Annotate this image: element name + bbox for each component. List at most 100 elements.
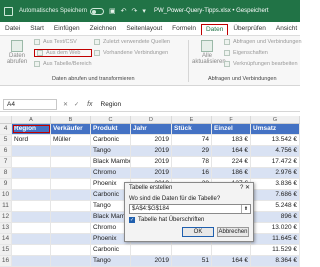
header-cell[interactable]: Einzel	[212, 124, 251, 134]
row-header[interactable]: 10	[0, 190, 12, 200]
table-cell[interactable]: 74	[172, 135, 212, 145]
row-header[interactable]: 13	[0, 223, 12, 233]
table-cell[interactable]: Black Mambo	[91, 157, 131, 167]
tab-einfuegen[interactable]: Einfügen	[49, 25, 85, 35]
headers-checkbox-row[interactable]: ✓ Tabelle hat Überschriften	[125, 215, 253, 225]
row-header[interactable]: 11	[0, 201, 12, 211]
queries-connections-button[interactable]: Abfragen und Verbindungen	[224, 38, 302, 46]
row-header[interactable]: 5	[0, 135, 12, 145]
table-cell[interactable]: 11.529 €	[251, 245, 300, 255]
column-header[interactable]: C	[91, 116, 131, 123]
tab-zeichnen[interactable]: Zeichnen	[85, 25, 122, 35]
from-web-button[interactable]: Aus dem Web	[34, 49, 92, 57]
existing-connections-button[interactable]: Vorhandene Verbindungen	[94, 49, 170, 57]
row-header[interactable]: 7	[0, 157, 12, 167]
tab-seitenlayout[interactable]: Seitenlayout	[121, 25, 167, 35]
table-cell[interactable]: 186 €	[212, 168, 251, 178]
table-cell[interactable]: 4.756 €	[251, 146, 300, 156]
dialog-close-icon[interactable]: ? ✕	[240, 183, 250, 193]
get-data-button[interactable]: Daten abrufen	[2, 38, 32, 72]
formula-input[interactable]: Region	[101, 101, 122, 108]
table-cell[interactable]: Nord	[12, 135, 51, 145]
table-cell[interactable]	[12, 223, 51, 233]
properties-button[interactable]: Eigenschaften	[224, 49, 302, 57]
column-header[interactable]: F	[212, 116, 251, 123]
table-cell[interactable]: 896 €	[251, 212, 300, 222]
row-header[interactable]: 14	[0, 234, 12, 244]
recent-sources-button[interactable]: Zuletzt verwendete Quellen	[94, 38, 170, 46]
range-picker-icon[interactable]: ⬆	[241, 205, 250, 213]
table-cell[interactable]	[12, 212, 51, 222]
table-cell[interactable]	[12, 234, 51, 244]
table-cell[interactable]	[12, 157, 51, 167]
table-cell[interactable]: 2019	[131, 146, 172, 156]
column-header[interactable]: D	[131, 116, 172, 123]
table-cell[interactable]	[51, 157, 91, 167]
table-cell[interactable]: Carbonic	[91, 245, 131, 255]
column-header[interactable]: B	[51, 116, 91, 123]
row-header[interactable]: 4	[0, 124, 12, 134]
table-cell[interactable]: Tango	[91, 146, 131, 156]
tab-datei[interactable]: Datei	[0, 25, 25, 35]
from-table-range-button[interactable]: Aus Tabelle/Bereich	[34, 60, 92, 68]
from-text-csv-button[interactable]: Aus Text/CSV	[34, 38, 92, 46]
row-header[interactable]: 6	[0, 146, 12, 156]
select-all-corner[interactable]	[0, 116, 12, 123]
tab-daten[interactable]: Daten	[200, 24, 229, 35]
save-icon[interactable]: ▣	[109, 7, 116, 15]
header-cell[interactable]: Stück	[172, 124, 212, 134]
ok-button[interactable]: OK	[182, 227, 214, 237]
tab-formeln[interactable]: Formeln	[167, 25, 201, 35]
table-cell[interactable]: 2019	[131, 157, 172, 167]
table-cell[interactable]: 29	[172, 146, 212, 156]
table-cell[interactable]: 3.836 €	[251, 179, 300, 189]
table-cell[interactable]: 16	[172, 168, 212, 178]
header-cell[interactable]: Produkt	[91, 124, 131, 134]
name-box[interactable]: A4	[3, 98, 57, 110]
cancel-icon[interactable]: ✕	[63, 101, 68, 108]
cancel-button[interactable]: Abbrechen	[217, 227, 249, 237]
table-cell[interactable]	[51, 201, 91, 211]
table-cell[interactable]	[51, 212, 91, 222]
header-cell[interactable]: Umsatz	[251, 124, 300, 134]
table-cell[interactable]: 2019	[131, 135, 172, 145]
table-cell[interactable]	[51, 245, 91, 255]
table-cell[interactable]	[12, 245, 51, 255]
table-cell[interactable]	[172, 245, 212, 255]
table-cell[interactable]	[12, 179, 51, 189]
table-cell[interactable]	[12, 201, 51, 211]
refresh-all-button[interactable]: Alle aktualisieren	[192, 38, 226, 72]
table-cell[interactable]	[12, 190, 51, 200]
row-header[interactable]: 8	[0, 168, 12, 178]
table-cell[interactable]: 183 €	[212, 135, 251, 145]
tab-start[interactable]: Start	[25, 25, 49, 35]
table-cell[interactable]: 17.472 €	[251, 157, 300, 167]
autosave-toggle[interactable]	[90, 7, 105, 15]
header-cell[interactable]: Verkäufer	[51, 124, 91, 134]
table-cell[interactable]	[12, 168, 51, 178]
table-cell[interactable]	[51, 179, 91, 189]
table-cell[interactable]: 7.686 €	[251, 190, 300, 200]
column-header[interactable]: E	[172, 116, 212, 123]
table-cell[interactable]: 224 €	[212, 157, 251, 167]
redo-icon[interactable]: ↷	[132, 7, 138, 15]
table-cell[interactable]: 5.248 €	[251, 201, 300, 211]
table-cell[interactable]: 13.020 €	[251, 223, 300, 233]
table-cell[interactable]: Chromo	[91, 168, 131, 178]
table-cell[interactable]: 2.976 €	[251, 168, 300, 178]
table-cell[interactable]: 13.542 €	[251, 135, 300, 145]
table-cell[interactable]	[51, 146, 91, 156]
row-header[interactable]: 12	[0, 212, 12, 222]
tab-ansicht[interactable]: Ansicht	[271, 25, 302, 35]
quick-access-dropdown-icon[interactable]: ▾	[142, 7, 146, 15]
table-cell[interactable]: Müller	[51, 135, 91, 145]
row-header[interactable]: 15	[0, 245, 12, 255]
edit-links-button[interactable]: Verknüpfungen bearbeiten	[224, 60, 302, 68]
insert-function-icon[interactable]: fx	[87, 101, 92, 108]
table-cell[interactable]: 2019	[131, 168, 172, 178]
column-header[interactable]: A	[12, 116, 51, 123]
header-cell[interactable]: Jahr	[131, 124, 172, 134]
table-cell[interactable]: 11.645 €	[251, 234, 300, 244]
table-cell[interactable]	[12, 146, 51, 156]
tab-ueberpruefen[interactable]: Überprüfen	[228, 25, 271, 35]
